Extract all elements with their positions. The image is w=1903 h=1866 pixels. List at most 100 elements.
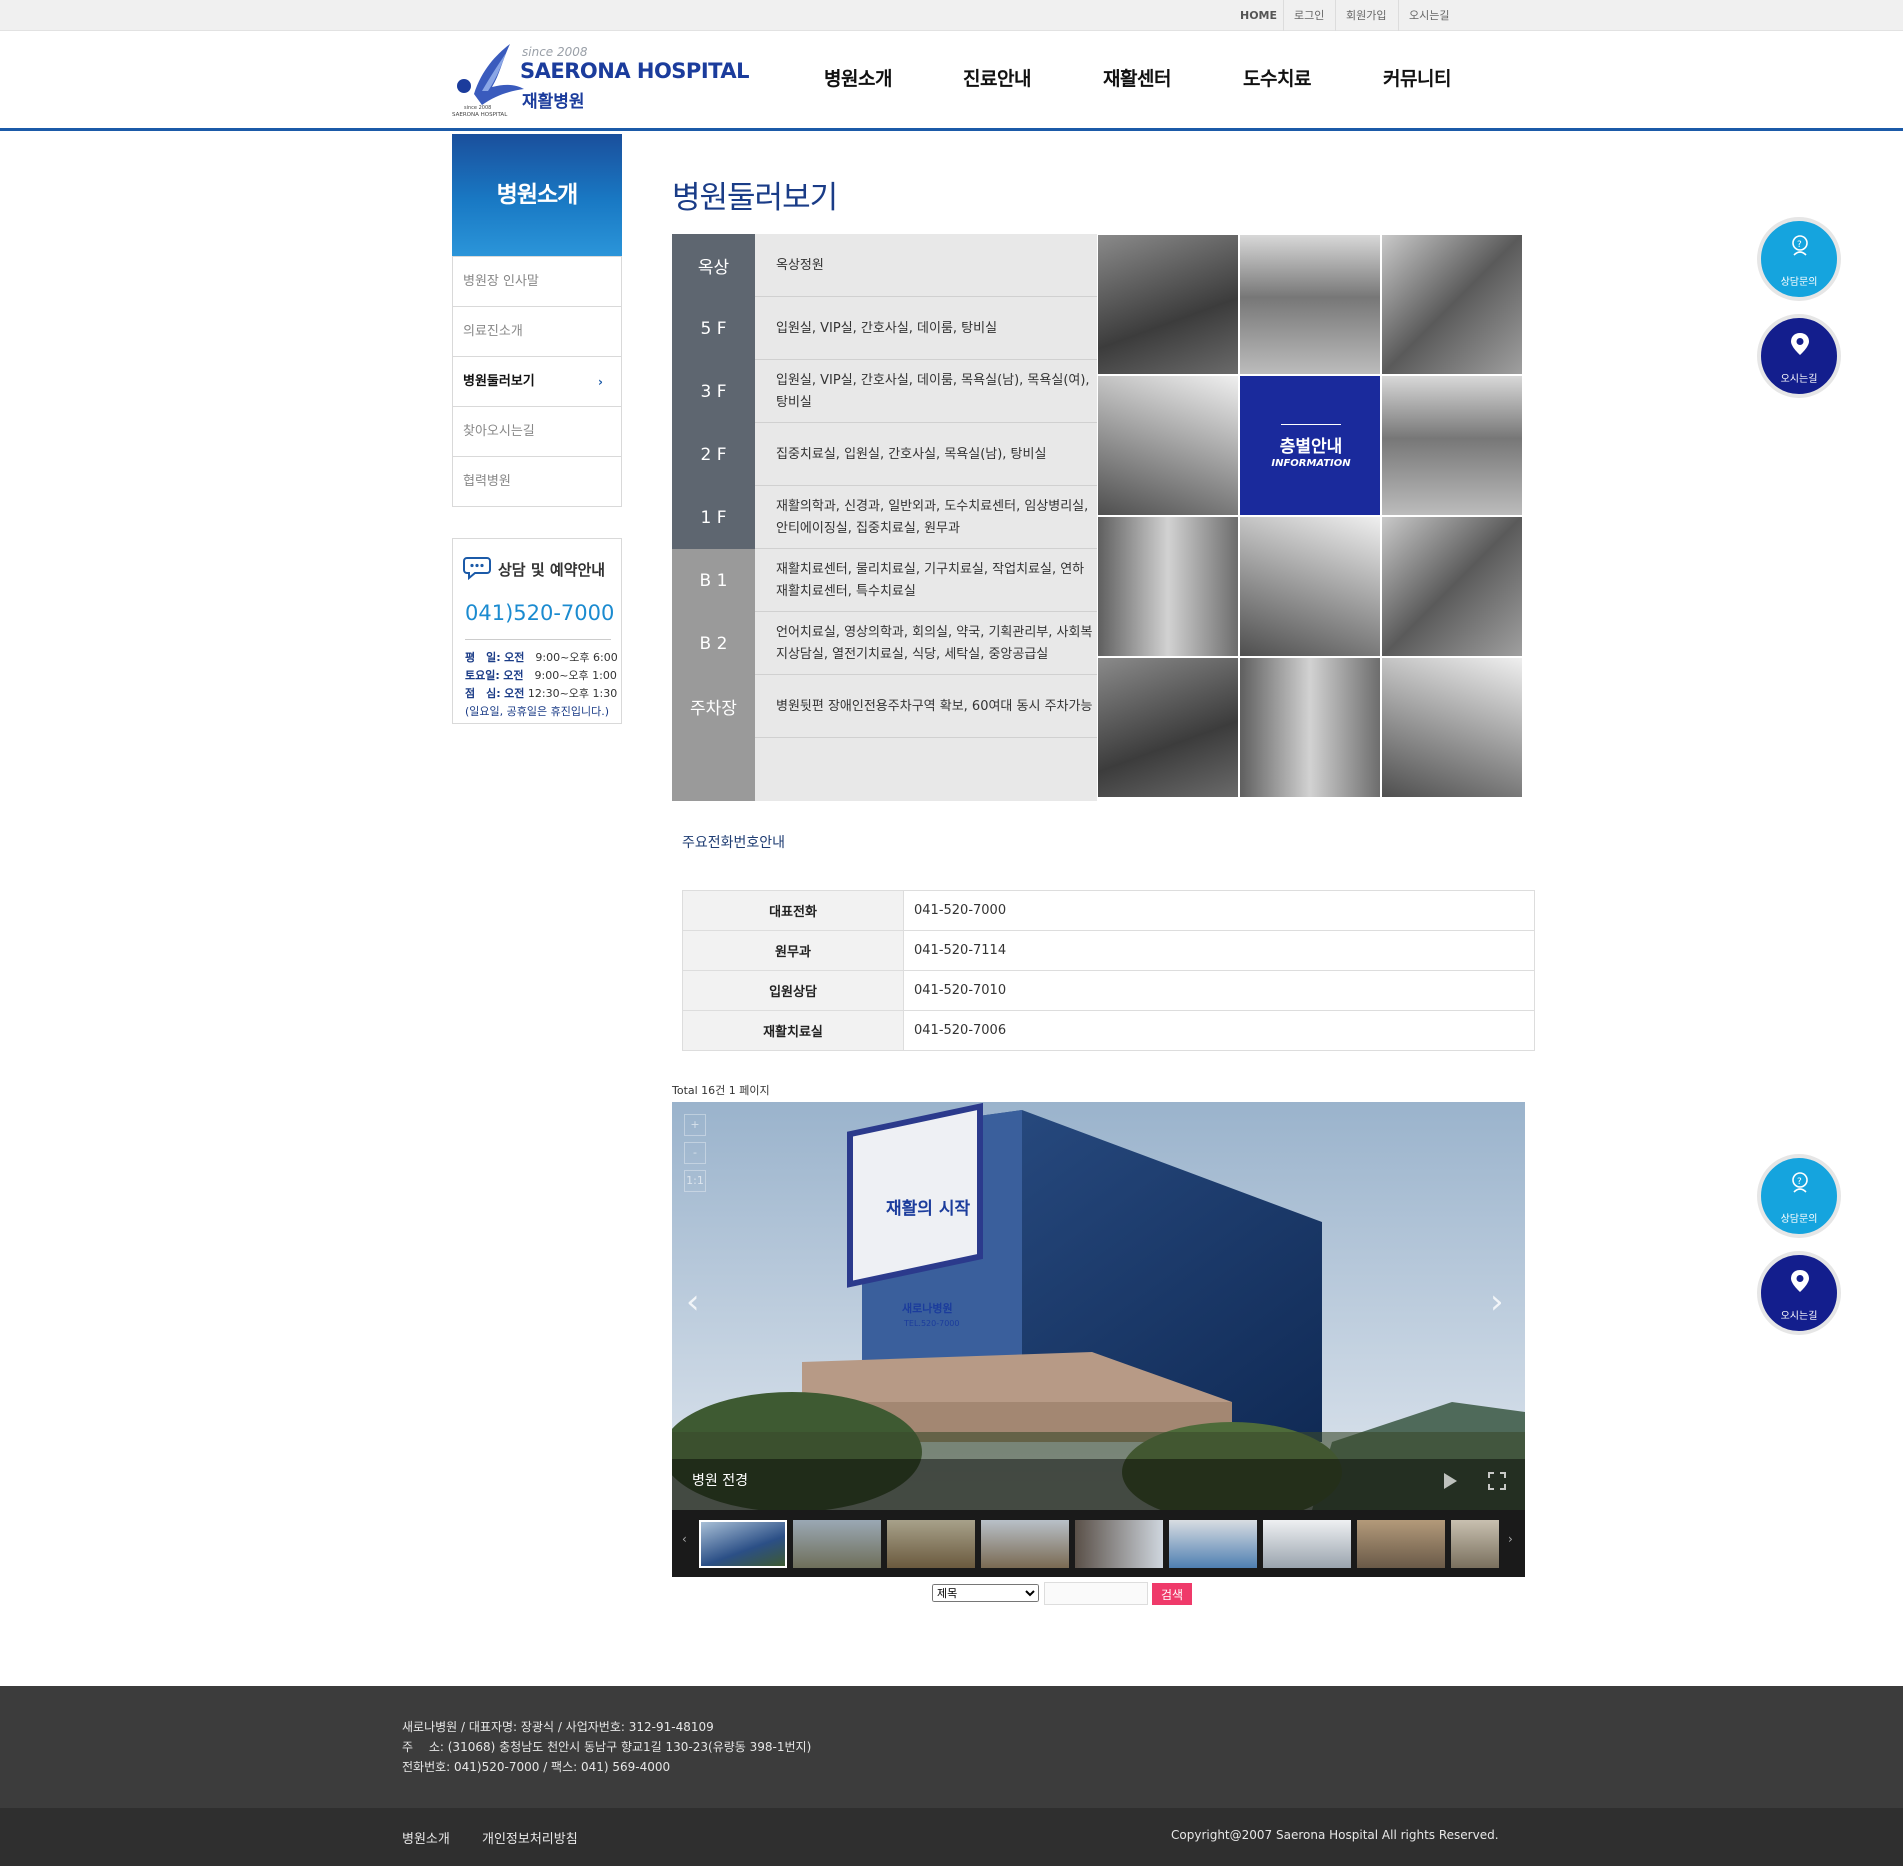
gallery-next-arrow-icon[interactable]: › — [1490, 1282, 1504, 1322]
zoom-in-button[interactable]: + — [684, 1114, 706, 1136]
photo-tile[interactable] — [1097, 234, 1239, 375]
gallery-caption: 병원 전경 — [692, 1473, 748, 1489]
gallery-thumbnail[interactable] — [1075, 1520, 1163, 1568]
floor-desc — [776, 738, 1096, 801]
side-nav-item-tour[interactable]: 병원둘러보기 › — [453, 356, 621, 406]
fullscreen-icon[interactable] — [1488, 1472, 1506, 1490]
total-count: Total 16건 1 페이지 — [672, 1084, 770, 1097]
photo-tile[interactable] — [1239, 234, 1381, 375]
gallery-thumbnail[interactable] — [1263, 1520, 1351, 1568]
divider — [465, 639, 611, 640]
hours-note: (일요일, 공휴일은 휴진입니다.) — [465, 705, 610, 718]
floor-label: 옥상 — [672, 234, 755, 297]
photo-tile[interactable] — [1097, 375, 1239, 516]
directions-float-button[interactable]: 오시는길 — [1757, 1251, 1841, 1335]
side-nav-label: 찾아오시는길 — [463, 424, 535, 439]
home-link[interactable]: HOME — [1230, 0, 1287, 31]
question-chat-icon: ? — [1792, 235, 1808, 256]
footer-contact: 전화번호: 041)520-7000 / 팩스: 041) 569-4000 — [402, 1760, 671, 1774]
table-row: 입원상담 041-520-7010 — [682, 970, 1535, 1011]
gnb-manual-therapy[interactable]: 도수치료 — [1243, 64, 1311, 91]
gnb-community[interactable]: 커뮤니티 — [1383, 64, 1451, 91]
play-icon[interactable] — [1444, 1473, 1457, 1489]
signup-link[interactable]: 회원가입 — [1335, 0, 1396, 31]
floor-desc: 병원뒷편 장애인전용주차구역 확보, 60여대 동시 주차가능 — [776, 698, 1093, 714]
photo-tile[interactable] — [1381, 375, 1523, 516]
phone-value: 041-520-7000 — [903, 890, 1535, 931]
photo-tile[interactable] — [1239, 516, 1381, 657]
search-button[interactable]: 검색 — [1152, 1583, 1192, 1605]
gallery-thumbnail[interactable] — [1357, 1520, 1445, 1568]
floor-desc: 집중치료실, 입원실, 간호사실, 목욕실(남), 탕비실 — [776, 446, 1047, 462]
side-nav-label: 병원장 인사말 — [463, 274, 539, 289]
floor-label: B 2 — [672, 612, 755, 675]
directions-float-button[interactable]: 오시는길 — [1757, 314, 1841, 398]
consult-phone: 041)520-7000 — [465, 601, 615, 625]
phone-table: 대표전화 041-520-7000 원무과 041-520-7114 입원상담 … — [682, 890, 1535, 1051]
chat-bubble-icon — [463, 557, 491, 580]
side-nav-item-greeting[interactable]: 병원장 인사말 — [453, 256, 621, 306]
thumb-prev-icon[interactable]: ‹ — [682, 1532, 687, 1546]
photo-tile[interactable] — [1381, 516, 1523, 657]
gallery-thumbnail[interactable] — [1451, 1520, 1499, 1568]
hospital-logo[interactable]: since 2008 SAERONA HOSPITAL since 2008 S… — [452, 39, 749, 119]
photo-tile[interactable] — [1381, 657, 1523, 798]
phone-label: 대표전화 — [682, 890, 904, 931]
side-nav-label: 의료진소개 — [463, 324, 523, 339]
floor-desc: 언어치료실, 영상의학과, 회의실, 약국, 기획관리부, 사회복지상담실, 열… — [776, 624, 1093, 662]
footer-link-about[interactable]: 병원소개 — [402, 1828, 450, 1847]
gallery-thumbnail[interactable] — [793, 1520, 881, 1568]
gnb-rehab-center[interactable]: 재활센터 — [1103, 64, 1171, 91]
hours-weekday: 평 일: 오전 9:00~오후 6:00 — [465, 651, 618, 664]
zoom-out-button[interactable]: - — [684, 1142, 706, 1164]
table-row: 원무과 041-520-7114 — [682, 930, 1535, 971]
photo-tile[interactable] — [1097, 516, 1239, 657]
gallery-thumbnail[interactable] — [981, 1520, 1069, 1568]
question-chat-icon: ? — [1792, 1172, 1808, 1193]
photo-tile[interactable] — [1097, 657, 1239, 798]
float-label: 상담문의 — [1780, 277, 1818, 288]
consult-float-button[interactable]: ? 상담문의 — [1757, 1154, 1841, 1238]
copyright: Copyright@2007 Saerona Hospital All righ… — [1171, 1828, 1499, 1842]
floor-label: 2 F — [672, 423, 755, 486]
svg-text:since 2008: since 2008 — [464, 105, 491, 111]
actual-size-button[interactable]: 1:1 — [684, 1170, 706, 1192]
floor-desc: 입원실, VIP실, 간호사실, 데이룸, 목욕실(남), 목욕실(여), 탕비… — [776, 372, 1090, 410]
gallery-thumbnail[interactable] — [699, 1520, 787, 1568]
gallery-thumbnail[interactable] — [887, 1520, 975, 1568]
gnb-about[interactable]: 병원소개 — [824, 64, 892, 91]
floor-row: 3 F 입원실, VIP실, 간호사실, 데이룸, 목욕실(남), 목욕실(여)… — [672, 360, 1097, 423]
floor-directory: 옥상 옥상정원 5 F 입원실, VIP실, 간호사실, 데이룸, 탕비실 3 … — [672, 234, 1097, 801]
svg-text:?: ? — [1797, 240, 1802, 250]
footer-info: 새로나병원 / 대표자명: 장광식 / 사업자번호: 312-91-48109 … — [0, 1686, 1903, 1808]
logo-since: since 2008 — [522, 45, 588, 59]
hours-lunch: 점 심: 오전 12:30~오후 1:30 — [465, 687, 618, 700]
hours-saturday: 토요일: 오전 9:00~오후 1:00 — [465, 669, 617, 682]
gallery-thumbnail[interactable] — [1169, 1520, 1257, 1568]
floor-label: 1 F — [672, 486, 755, 549]
lnb-title: 병원소개 — [452, 134, 622, 256]
logo-name: SAERONA HOSPITAL — [520, 59, 749, 83]
search-input[interactable] — [1044, 1582, 1148, 1605]
gallery-prev-arrow-icon[interactable]: ‹ — [686, 1282, 700, 1322]
login-link[interactable]: 로그인 — [1283, 0, 1334, 31]
consult-title: 상담 및 예약안내 — [498, 561, 606, 579]
side-nav-item-doctors[interactable]: 의료진소개 — [453, 306, 621, 356]
photo-tile[interactable] — [1381, 234, 1523, 375]
floor-label: B 1 — [672, 549, 755, 612]
footer-link-privacy[interactable]: 개인정보처리방침 — [482, 1828, 578, 1847]
table-row: 재활치료실 041-520-7006 — [682, 1010, 1535, 1051]
map-pin-icon — [1791, 333, 1809, 355]
side-nav-item-partners[interactable]: 협력병원 — [453, 456, 621, 506]
thumb-next-icon[interactable]: › — [1508, 1532, 1513, 1546]
chevron-right-icon: › — [598, 375, 603, 389]
side-nav-item-directions[interactable]: 찾아오시는길 — [453, 406, 621, 456]
directions-link[interactable]: 오시는길 — [1398, 0, 1459, 31]
photo-tile[interactable] — [1239, 657, 1381, 798]
floor-row: B 1 재활치료센터, 물리치료실, 기구치료실, 작업치료실, 연하재활치료센… — [672, 549, 1097, 612]
floor-label: 3 F — [672, 360, 755, 423]
gnb-clinic[interactable]: 진료안내 — [963, 64, 1031, 91]
search-field-select[interactable]: 제목 — [932, 1584, 1039, 1602]
consult-float-button[interactable]: ? 상담문의 — [1757, 217, 1841, 301]
divider — [1281, 424, 1341, 425]
